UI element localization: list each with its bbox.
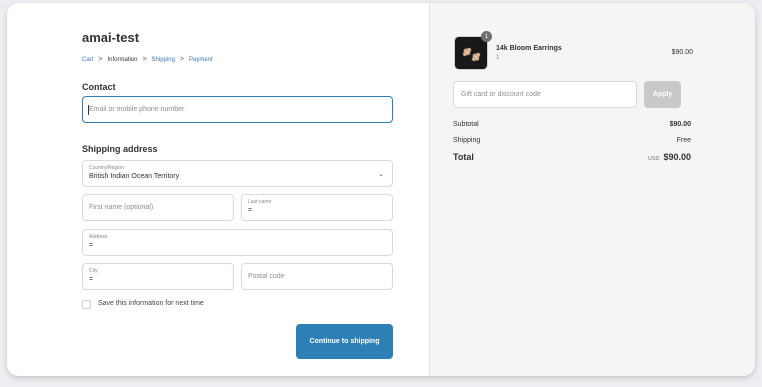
country-value: British Indian Ocean Territory bbox=[89, 173, 180, 180]
last-name-label: Last name bbox=[248, 199, 272, 205]
save-info-checkbox[interactable] bbox=[82, 300, 91, 309]
breadcrumb-information: Information bbox=[107, 56, 138, 63]
total-row: Total USD $90.00 bbox=[453, 152, 691, 162]
chevron-down-icon: ⌄ bbox=[378, 171, 384, 178]
total-value: $90.00 bbox=[663, 152, 691, 162]
chevron-right-icon: > bbox=[179, 56, 184, 63]
breadcrumb-shipping[interactable]: Shipping bbox=[152, 57, 175, 63]
apply-discount-button[interactable]: Apply bbox=[644, 81, 681, 108]
product-name: 14k Bloom Earrings bbox=[496, 45, 562, 52]
city-value: = bbox=[89, 276, 94, 283]
first-name-field[interactable]: First name (optional) bbox=[82, 194, 234, 221]
email-placeholder: Email or mobile phone number bbox=[89, 106, 185, 113]
shipping-address-heading: Shipping address bbox=[82, 144, 158, 154]
postal-code-field[interactable]: Postal code bbox=[241, 263, 393, 290]
total-amount: USD $90.00 bbox=[648, 152, 691, 162]
last-name-value: = bbox=[248, 207, 253, 214]
subtotal-value: $90.00 bbox=[669, 121, 691, 128]
shipping-label: Shipping bbox=[453, 137, 481, 144]
checkout-form-panel: amai-test Cart > Information > Shipping … bbox=[7, 3, 429, 376]
continue-to-shipping-button[interactable]: Continue to shipping bbox=[296, 324, 393, 359]
subtotal-label: Subtotal bbox=[453, 121, 479, 128]
earrings-icon bbox=[462, 47, 481, 62]
first-name-placeholder: First name (optional) bbox=[89, 204, 154, 211]
quantity-badge: 1 bbox=[481, 31, 492, 42]
breadcrumb-cart[interactable]: Cart bbox=[82, 57, 93, 63]
postal-code-placeholder: Postal code bbox=[248, 273, 285, 280]
address-field[interactable]: Address = bbox=[82, 229, 393, 256]
city-field[interactable]: City = bbox=[82, 263, 234, 290]
breadcrumb-payment[interactable]: Payment bbox=[189, 57, 213, 63]
total-label: Total bbox=[453, 152, 474, 162]
email-field[interactable]: Email or mobile phone number bbox=[82, 96, 393, 123]
subtotal-row: Subtotal $90.00 bbox=[453, 121, 691, 128]
address-label: Address bbox=[89, 234, 108, 240]
last-name-field[interactable]: Last name = bbox=[241, 194, 393, 221]
shipping-value: Free bbox=[676, 137, 691, 144]
store-title[interactable]: amai-test bbox=[82, 30, 139, 45]
contact-heading: Contact bbox=[82, 82, 116, 92]
discount-code-placeholder: Gift card or discount code bbox=[461, 91, 541, 98]
chevron-right-icon: > bbox=[98, 56, 103, 63]
chevron-right-icon: > bbox=[142, 56, 147, 63]
address-value: = bbox=[89, 242, 94, 249]
product-price: $90.00 bbox=[671, 49, 693, 56]
checkout-window: amai-test Cart > Information > Shipping … bbox=[7, 3, 755, 376]
order-summary-panel: 1 14k Bloom Earrings 1 $90.00 Gift card … bbox=[429, 3, 755, 376]
currency-code: USD bbox=[647, 156, 660, 162]
product-quantity: 1 bbox=[496, 55, 500, 61]
city-label: City bbox=[89, 268, 98, 274]
discount-code-field[interactable]: Gift card or discount code bbox=[453, 81, 637, 108]
save-info-label[interactable]: Save this information for next time bbox=[98, 300, 204, 307]
country-select[interactable]: Country/Region British Indian Ocean Terr… bbox=[82, 160, 393, 187]
breadcrumb: Cart > Information > Shipping > Payment bbox=[82, 56, 213, 63]
shipping-row: Shipping Free bbox=[453, 137, 691, 144]
country-label: Country/Region bbox=[89, 165, 124, 171]
